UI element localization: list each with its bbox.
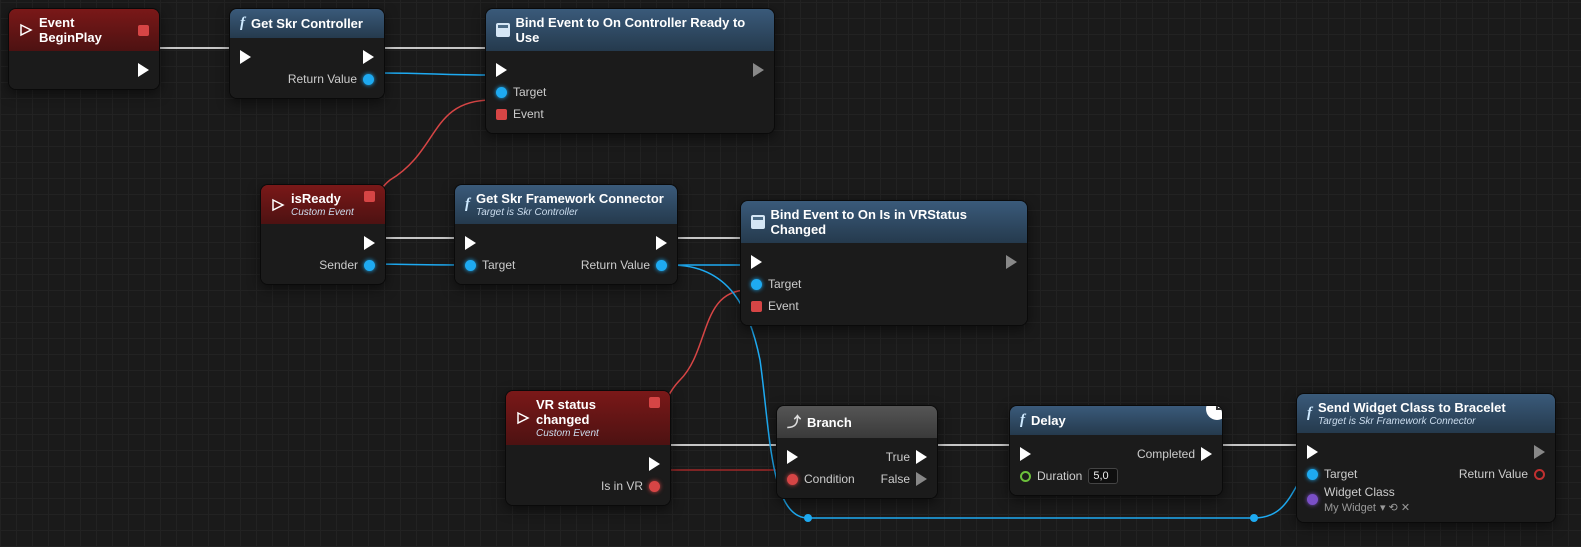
node-title: Delay bbox=[1031, 413, 1066, 428]
function-icon: f bbox=[240, 15, 245, 32]
node-header: ⤴ Branch bbox=[777, 406, 937, 438]
node-isready-event[interactable]: isReadyCustom Event Sender bbox=[260, 184, 386, 285]
node-bind-vrstatus-changed[interactable]: Bind Event to On Is in VRStatus Changed … bbox=[740, 200, 1028, 326]
exec-out-pin[interactable] bbox=[138, 63, 149, 77]
exec-out-pin[interactable] bbox=[1006, 255, 1017, 269]
exec-out-pin[interactable] bbox=[656, 236, 667, 250]
bind-icon bbox=[496, 23, 510, 37]
delegate-pin-icon bbox=[649, 397, 660, 408]
node-subtitle: Target is Skr Framework Connector bbox=[1318, 416, 1506, 427]
node-title: VR status changed bbox=[536, 397, 596, 427]
node-title: Bind Event to On Controller Ready to Use bbox=[516, 15, 764, 45]
node-title: isReady bbox=[291, 191, 341, 206]
delegate-pin-icon bbox=[138, 25, 149, 36]
false-pin[interactable]: False bbox=[881, 472, 927, 486]
event-icon bbox=[19, 23, 33, 37]
target-pin[interactable]: Target bbox=[1307, 467, 1357, 481]
node-title: Send Widget Class to Bracelet bbox=[1318, 400, 1506, 415]
node-subtitle: Custom Event bbox=[291, 207, 354, 218]
node-header: f Send Widget Class to BraceletTarget is… bbox=[1297, 394, 1555, 433]
event-icon bbox=[516, 411, 530, 425]
node-header: VR status changedCustom Event bbox=[506, 391, 670, 445]
duration-pin[interactable]: Duration bbox=[1020, 468, 1118, 484]
node-title: Event BeginPlay bbox=[39, 15, 132, 45]
exec-in-pin[interactable] bbox=[465, 236, 476, 250]
node-event-beginplay[interactable]: Event BeginPlay bbox=[8, 8, 160, 90]
sender-pin[interactable]: Sender bbox=[319, 258, 375, 272]
true-pin[interactable]: True bbox=[886, 450, 927, 464]
function-icon: f bbox=[465, 196, 470, 213]
event-icon bbox=[271, 198, 285, 212]
exec-in-pin[interactable] bbox=[240, 50, 251, 64]
node-header: f Get Skr Framework ConnectorTarget is S… bbox=[455, 185, 677, 224]
target-pin[interactable]: Target bbox=[751, 277, 801, 291]
exec-in-pin[interactable] bbox=[496, 63, 507, 77]
node-header: Bind Event to On Is in VRStatus Changed bbox=[741, 201, 1027, 243]
node-title: Get Skr Framework Connector bbox=[476, 191, 664, 206]
function-icon: f bbox=[1020, 412, 1025, 429]
event-pin[interactable]: Event bbox=[496, 107, 544, 121]
bind-icon bbox=[751, 215, 765, 229]
event-pin[interactable]: Event bbox=[751, 299, 799, 313]
exec-in-pin[interactable] bbox=[787, 450, 798, 464]
return-value-pin[interactable]: Return Value bbox=[288, 72, 374, 86]
node-title: Branch bbox=[807, 415, 852, 430]
node-subtitle: Custom Event bbox=[536, 428, 643, 439]
node-title: Bind Event to On Is in VRStatus Changed bbox=[771, 207, 1018, 237]
node-delay[interactable]: f Delay Completed Duration bbox=[1009, 405, 1223, 496]
target-pin[interactable]: Target bbox=[496, 85, 546, 99]
exec-in-pin[interactable] bbox=[1307, 445, 1318, 459]
node-header: isReadyCustom Event bbox=[261, 185, 385, 224]
exec-out-pin[interactable] bbox=[753, 63, 764, 77]
node-subtitle: Target is Skr Controller bbox=[476, 207, 664, 218]
is-in-vr-pin[interactable]: Is in VR bbox=[601, 479, 660, 493]
widget-class-pin[interactable]: Widget ClassMy Widget▾ ⟲ ✕ bbox=[1307, 485, 1410, 514]
node-vr-status-changed[interactable]: VR status changedCustom Event Is in VR bbox=[505, 390, 671, 506]
exec-out-pin[interactable] bbox=[363, 50, 374, 64]
node-get-framework-connector[interactable]: f Get Skr Framework ConnectorTarget is S… bbox=[454, 184, 678, 285]
branch-icon: ⤴ bbox=[787, 412, 801, 432]
exec-out-pin[interactable] bbox=[649, 457, 660, 471]
return-value-pin[interactable]: Return Value bbox=[581, 258, 667, 272]
node-header: f Get Skr Controller bbox=[230, 9, 384, 38]
completed-pin[interactable]: Completed bbox=[1137, 447, 1212, 461]
node-header: Event BeginPlay bbox=[9, 9, 159, 51]
widget-class-dropdown[interactable]: My Widget▾ ⟲ ✕ bbox=[1324, 501, 1410, 514]
function-icon: f bbox=[1307, 405, 1312, 422]
delegate-pin-icon bbox=[364, 191, 375, 202]
exec-in-pin[interactable] bbox=[751, 255, 762, 269]
node-header: Bind Event to On Controller Ready to Use bbox=[486, 9, 774, 51]
condition-pin[interactable]: Condition bbox=[787, 472, 855, 486]
node-get-skr-controller[interactable]: f Get Skr Controller Return Value bbox=[229, 8, 385, 99]
node-bind-controller-ready[interactable]: Bind Event to On Controller Ready to Use… bbox=[485, 8, 775, 134]
exec-in-pin[interactable] bbox=[1020, 447, 1031, 461]
exec-out-pin[interactable] bbox=[364, 236, 375, 250]
node-send-widget-class[interactable]: f Send Widget Class to BraceletTarget is… bbox=[1296, 393, 1556, 523]
target-pin[interactable]: Target bbox=[465, 258, 515, 272]
duration-input[interactable] bbox=[1088, 468, 1118, 484]
exec-out-pin[interactable] bbox=[1534, 445, 1545, 459]
node-header: f Delay bbox=[1010, 406, 1222, 435]
node-branch[interactable]: ⤴ Branch True Condition False bbox=[776, 405, 938, 499]
node-title: Get Skr Controller bbox=[251, 16, 363, 31]
return-value-pin[interactable]: Return Value bbox=[1459, 467, 1545, 481]
